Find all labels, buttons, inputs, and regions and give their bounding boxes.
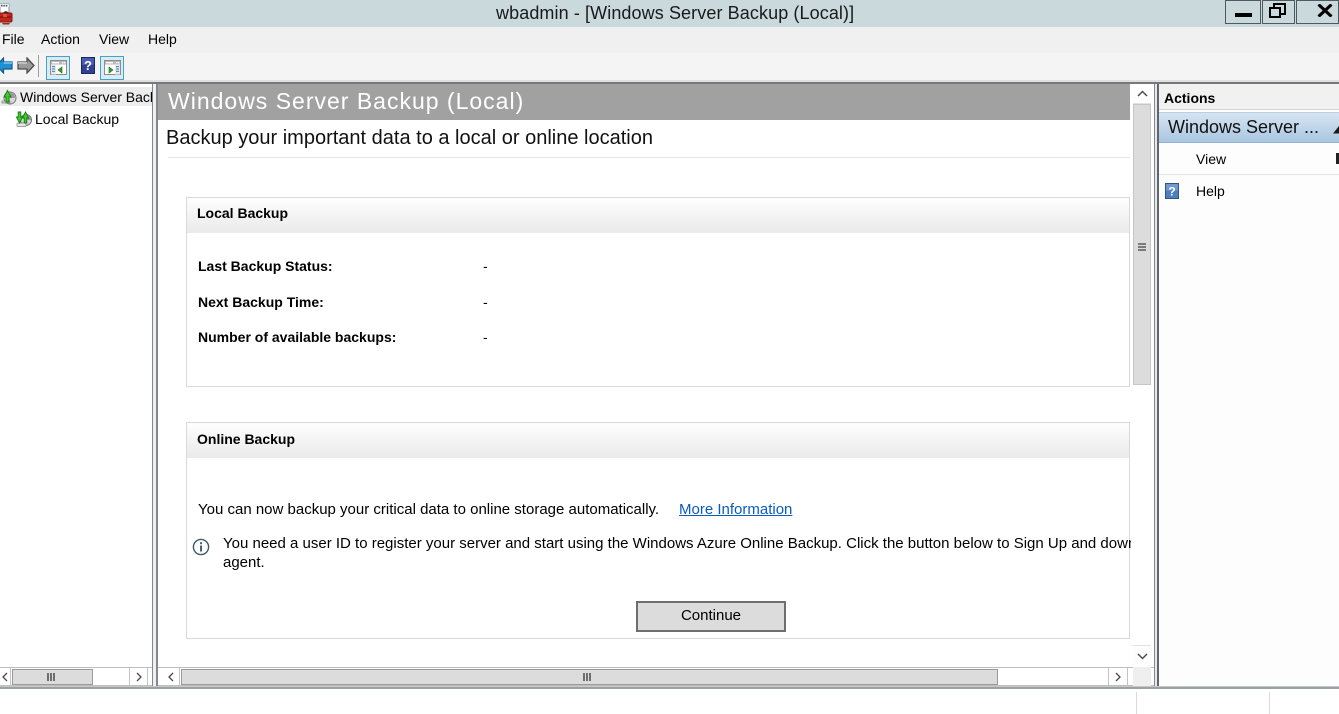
svg-text:?: ? — [84, 58, 92, 73]
svg-text:?: ? — [1168, 185, 1175, 199]
